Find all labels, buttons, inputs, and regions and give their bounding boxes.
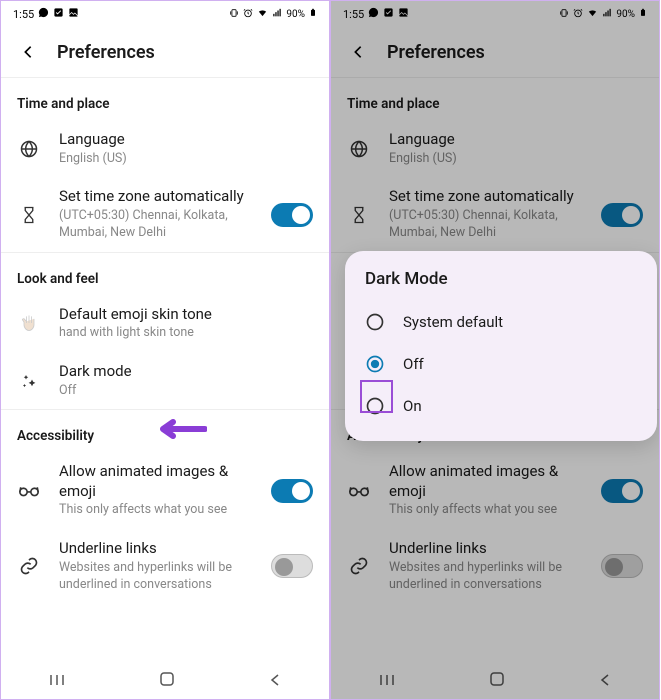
alarm-icon [243, 8, 253, 21]
animated-toggle[interactable] [601, 479, 643, 503]
nav-back-icon[interactable] [598, 672, 612, 691]
radio-system-default[interactable]: System default [365, 301, 637, 343]
link-icon [347, 554, 371, 578]
underline-row[interactable]: Underline links Websites and hyperlinks … [331, 529, 659, 603]
radio-off[interactable]: Off [365, 343, 637, 385]
section-look-feel: Look and feel [1, 253, 329, 295]
checkbox-icon [383, 7, 394, 21]
underline-value: Websites and hyperlinks will be underlin… [59, 560, 253, 594]
globe-icon [17, 137, 41, 161]
nav-back-icon[interactable] [268, 672, 282, 691]
whatsapp-icon [38, 7, 49, 21]
language-value: English (US) [59, 151, 313, 168]
vibrate-icon [229, 8, 239, 21]
status-time: 1:55 [343, 8, 364, 21]
recents-icon[interactable] [48, 672, 66, 691]
animated-title: Allow animated images & emoji [59, 462, 253, 501]
checkbox-icon [53, 7, 64, 21]
animated-toggle[interactable] [271, 479, 313, 503]
underline-row[interactable]: Underline links Websites and hyperlinks … [1, 529, 329, 603]
image-icon [68, 7, 79, 21]
dialog-title: Dark Mode [365, 269, 637, 289]
image-icon [398, 7, 409, 21]
animated-row[interactable]: Allow animated images & emoji This only … [331, 452, 659, 529]
sparkles-icon [17, 369, 41, 393]
language-value: English (US) [389, 151, 643, 168]
page-header: Preferences [1, 27, 329, 77]
section-time-place: Time and place [1, 78, 329, 120]
language-row[interactable]: Language English (US) [331, 120, 659, 177]
dark-mode-dialog: Dark Mode System default Off On [345, 251, 657, 441]
emoji-tone-row[interactable]: Default emoji skin tone hand with light … [1, 295, 329, 352]
status-time: 1:55 [13, 8, 34, 21]
glasses-icon [347, 479, 371, 503]
language-row[interactable]: Language English (US) [1, 120, 329, 177]
emoji-tone-title: Default emoji skin tone [59, 305, 313, 325]
underline-title: Underline links [59, 539, 253, 559]
section-time-place: Time and place [331, 78, 659, 120]
status-bar: 1:55 90% [331, 1, 659, 27]
language-title: Language [59, 130, 313, 150]
page-title: Preferences [387, 42, 485, 63]
radio-on[interactable]: On [365, 385, 637, 427]
timezone-value: (UTC+05:30) Chennai, Kolkata, Mumbai, Ne… [389, 208, 583, 242]
nav-bar [1, 663, 329, 699]
timezone-title: Set time zone automatically [59, 187, 253, 207]
recents-icon[interactable] [378, 672, 396, 691]
battery-pct: 90% [286, 9, 305, 20]
battery-icon [639, 7, 647, 21]
radio-label: Off [403, 355, 424, 373]
radio-label: On [403, 397, 422, 415]
timezone-toggle[interactable] [271, 203, 313, 227]
timezone-value: (UTC+05:30) Chennai, Kolkata, Mumbai, Ne… [59, 208, 253, 242]
underline-toggle[interactable] [601, 554, 643, 578]
home-icon[interactable] [159, 671, 175, 691]
animated-value: This only affects what you see [389, 502, 583, 519]
radio-icon[interactable] [365, 312, 385, 332]
animated-row[interactable]: Allow animated images & emoji This only … [1, 452, 329, 529]
timezone-row[interactable]: Set time zone automatically (UTC+05:30) … [331, 177, 659, 251]
alarm-icon [573, 8, 583, 21]
dark-mode-value: Off [59, 383, 313, 400]
underline-title: Underline links [389, 539, 583, 559]
back-icon[interactable] [349, 43, 367, 61]
hourglass-icon [347, 203, 371, 227]
link-icon [17, 554, 41, 578]
nav-bar [331, 663, 659, 699]
dark-mode-row[interactable]: Dark mode Off [1, 352, 329, 409]
wifi-icon [257, 7, 268, 21]
home-icon[interactable] [489, 671, 505, 691]
underline-value: Websites and hyperlinks will be underlin… [389, 560, 583, 594]
back-icon[interactable] [19, 43, 37, 61]
animated-value: This only affects what you see [59, 502, 253, 519]
timezone-toggle[interactable] [601, 203, 643, 227]
whatsapp-icon [368, 7, 379, 21]
glasses-icon [17, 479, 41, 503]
page-title: Preferences [57, 42, 155, 63]
vibrate-icon [559, 8, 569, 21]
highlight-annotation [360, 380, 393, 413]
timezone-row[interactable]: Set time zone automatically (UTC+05:30) … [1, 177, 329, 251]
signal-icon [602, 8, 612, 21]
emoji-tone-value: hand with light skin tone [59, 325, 313, 342]
language-title: Language [389, 130, 643, 150]
radio-label: System default [403, 313, 503, 331]
arrow-annotation [151, 417, 207, 441]
globe-icon [347, 137, 371, 161]
battery-pct: 90% [616, 9, 635, 20]
underline-toggle[interactable] [271, 554, 313, 578]
timezone-title: Set time zone automatically [389, 187, 583, 207]
page-header: Preferences [331, 27, 659, 77]
wifi-icon [587, 7, 598, 21]
radio-icon-selected[interactable] [365, 354, 385, 374]
battery-icon [309, 7, 317, 21]
signal-icon [272, 8, 282, 21]
status-bar: 1:55 90% [1, 1, 329, 27]
animated-title: Allow animated images & emoji [389, 462, 583, 501]
hourglass-icon [17, 203, 41, 227]
hand-icon [17, 311, 41, 335]
dark-mode-title: Dark mode [59, 362, 313, 382]
